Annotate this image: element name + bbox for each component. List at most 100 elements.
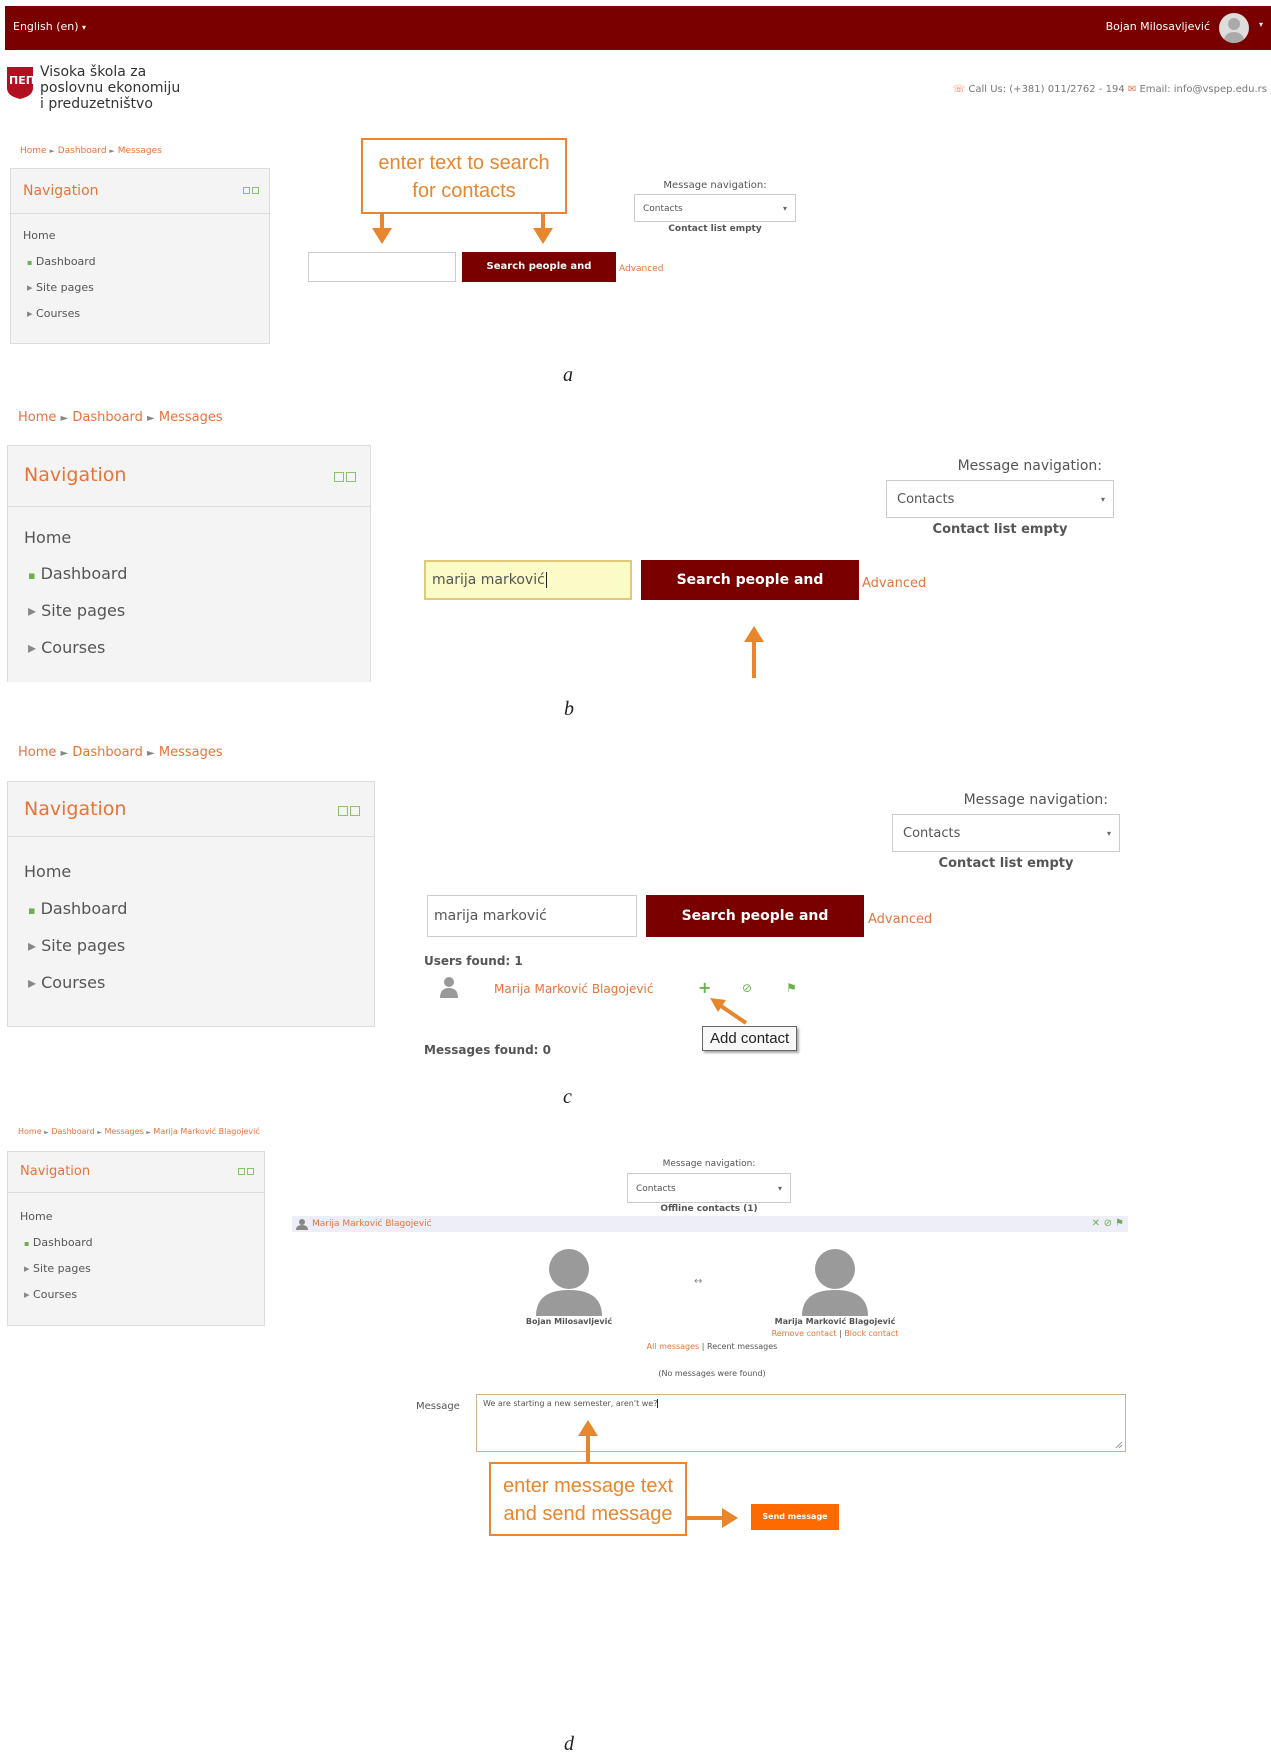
breadcrumb-sep-icon: ► — [109, 147, 115, 155]
logo[interactable]: ПЕП Visoka škola za poslovnu ekonomiju i… — [6, 64, 186, 124]
search-input[interactable] — [308, 252, 456, 282]
breadcrumb-messages[interactable]: Messages — [159, 410, 223, 425]
block-contact-link[interactable]: Block contact — [844, 1329, 898, 1338]
nav-item-home[interactable]: Home — [20, 1210, 52, 1223]
breadcrumb-dashboard[interactable]: Dashboard — [72, 410, 143, 425]
nav-item-site-pages[interactable]: ▸ Site pages — [28, 601, 125, 620]
my-avatar — [536, 1249, 602, 1316]
user-result-name[interactable]: Marija Marković Blagojević — [494, 982, 653, 996]
nav-item-dashboard[interactable]: ▪ Dashboard — [24, 1236, 93, 1249]
breadcrumb-home[interactable]: Home — [18, 1127, 42, 1136]
breadcrumb-contact[interactable]: Marija Marković Blagojević — [153, 1127, 259, 1136]
collapse-icon[interactable] — [334, 472, 344, 482]
nav-item-dashboard[interactable]: ▪ Dashboard — [28, 564, 127, 583]
collapse-icon[interactable] — [238, 1168, 245, 1175]
message-nav-select[interactable]: Contacts ▾ — [892, 814, 1120, 852]
nav-item-label: Courses — [41, 638, 106, 657]
message-nav-select[interactable]: Contacts ▾ — [634, 194, 796, 222]
nav-item-home[interactable]: Home — [24, 528, 71, 547]
nav-item-label: Dashboard — [40, 899, 128, 918]
nav-item-courses[interactable]: ▸ Courses — [28, 638, 105, 657]
dock-icon[interactable] — [346, 472, 356, 482]
search-input[interactable]: marija marković — [427, 895, 637, 937]
nav-item-courses[interactable]: ▸ Courses — [24, 1288, 77, 1301]
nav-item-label: Site pages — [33, 1262, 91, 1275]
breadcrumb-sep-icon: ► — [60, 413, 69, 424]
breadcrumb: Home ► Dashboard ► Messages — [18, 410, 223, 425]
nav-item-site-pages[interactable]: ▸ Site pages — [24, 1262, 91, 1275]
block-controls[interactable] — [338, 806, 360, 816]
breadcrumb-messages[interactable]: Messages — [104, 1127, 143, 1136]
nav-item-dashboard[interactable]: ▪ Dashboard — [27, 255, 96, 268]
advanced-link[interactable]: Advanced — [862, 576, 926, 591]
conversation-arrow-icon: ↔ — [694, 1276, 703, 1287]
annotation-arrow — [687, 1516, 725, 1520]
message-nav-select[interactable]: Contacts ▾ — [627, 1173, 791, 1203]
advanced-link[interactable]: Advanced — [619, 264, 663, 274]
advanced-link[interactable]: Advanced — [868, 912, 932, 927]
message-nav-select[interactable]: Contacts ▾ — [886, 480, 1114, 518]
remove-contact-link[interactable]: Remove contact — [772, 1329, 837, 1338]
breadcrumb-sep-icon: ► — [146, 1129, 151, 1136]
flag-icon[interactable]: ⚑ — [786, 981, 797, 995]
block-controls[interactable] — [334, 472, 356, 482]
add-contact-icon[interactable]: + — [698, 978, 711, 997]
breadcrumb-home[interactable]: Home — [18, 745, 56, 760]
collapse-icon[interactable] — [243, 187, 250, 194]
dock-icon[interactable] — [350, 806, 360, 816]
nav-item-home[interactable]: Home — [24, 862, 71, 881]
message-nav-label: Message navigation: — [662, 1159, 756, 1169]
language-menu[interactable]: English (en) ▾ — [13, 20, 86, 33]
call-us-text: Call Us: (+381) 011/2762 - 194 — [968, 84, 1125, 95]
flag-icon[interactable]: ⚑ — [1115, 1218, 1124, 1229]
block-icon[interactable]: ⊘ — [742, 981, 752, 995]
block-icon[interactable]: ⊘ — [1104, 1218, 1112, 1229]
user-menu-name[interactable]: Bojan Milosavljević — [1106, 20, 1210, 33]
bullet-icon: ▪ — [28, 904, 36, 917]
breadcrumb-messages[interactable]: Messages — [118, 146, 162, 156]
dock-icon[interactable] — [252, 187, 259, 194]
nav-item-home[interactable]: Home — [23, 229, 55, 242]
breadcrumb-dashboard[interactable]: Dashboard — [51, 1127, 94, 1136]
bullet-icon: ▪ — [27, 258, 33, 267]
expand-icon: ▸ — [24, 1288, 30, 1301]
message-textarea[interactable]: We are starting a new semester, aren't w… — [476, 1394, 1126, 1452]
breadcrumb-dashboard[interactable]: Dashboard — [58, 146, 107, 156]
message-text: We are starting a new semester, aren't w… — [483, 1399, 658, 1408]
search-button[interactable]: Search people and messages — [646, 895, 864, 966]
send-message-button[interactable]: Send message — [751, 1504, 839, 1530]
breadcrumb: Home ► Dashboard ► Messages — [20, 146, 162, 156]
breadcrumb-messages[interactable]: Messages — [159, 745, 223, 760]
expand-icon: ▸ — [28, 936, 37, 955]
chevron-down-icon: ▾ — [82, 23, 87, 32]
breadcrumb-home[interactable]: Home — [18, 410, 56, 425]
block-controls[interactable] — [243, 187, 259, 194]
user-menu-caret-icon[interactable]: ▾ — [1259, 20, 1263, 29]
nav-item-dashboard[interactable]: ▪ Dashboard — [28, 899, 127, 918]
block-controls[interactable] — [238, 1168, 254, 1175]
all-messages-link[interactable]: All messages — [647, 1342, 700, 1351]
chevron-down-icon: ▾ — [782, 204, 787, 213]
dock-icon[interactable] — [247, 1168, 254, 1175]
nav-item-site-pages[interactable]: ▸ Site pages — [28, 936, 125, 955]
email-text[interactable]: Email: info@vspep.edu.rs — [1139, 84, 1267, 95]
collapse-icon[interactable] — [338, 806, 348, 816]
contact-bar-name[interactable]: Marija Marković Blagojević — [312, 1219, 432, 1229]
nav-item-courses[interactable]: ▸ Courses — [28, 973, 105, 992]
search-input[interactable]: marija marković — [424, 560, 632, 600]
navigation-title: Navigation — [23, 183, 99, 199]
breadcrumb-home[interactable]: Home — [20, 146, 47, 156]
contact-avatar — [802, 1249, 868, 1316]
breadcrumb-dashboard[interactable]: Dashboard — [72, 745, 143, 760]
no-messages-text: (No messages were found) — [658, 1369, 766, 1378]
expand-icon: ▸ — [24, 1262, 30, 1275]
resize-handle-icon[interactable] — [1115, 1441, 1123, 1449]
avatar[interactable] — [1219, 13, 1249, 43]
search-button[interactable]: Search people and messages — [462, 252, 616, 302]
search-button[interactable]: Search people and messages — [641, 560, 859, 628]
nav-item-courses[interactable]: ▸ Courses — [27, 307, 80, 320]
remove-icon[interactable]: ✕ — [1092, 1218, 1100, 1229]
message-nav-label: Message navigation: — [963, 792, 1108, 808]
nav-item-site-pages[interactable]: ▸ Site pages — [27, 281, 94, 294]
navigation-block: Navigation Home ▪ Dashboard ▸ Site pages… — [7, 1151, 265, 1326]
